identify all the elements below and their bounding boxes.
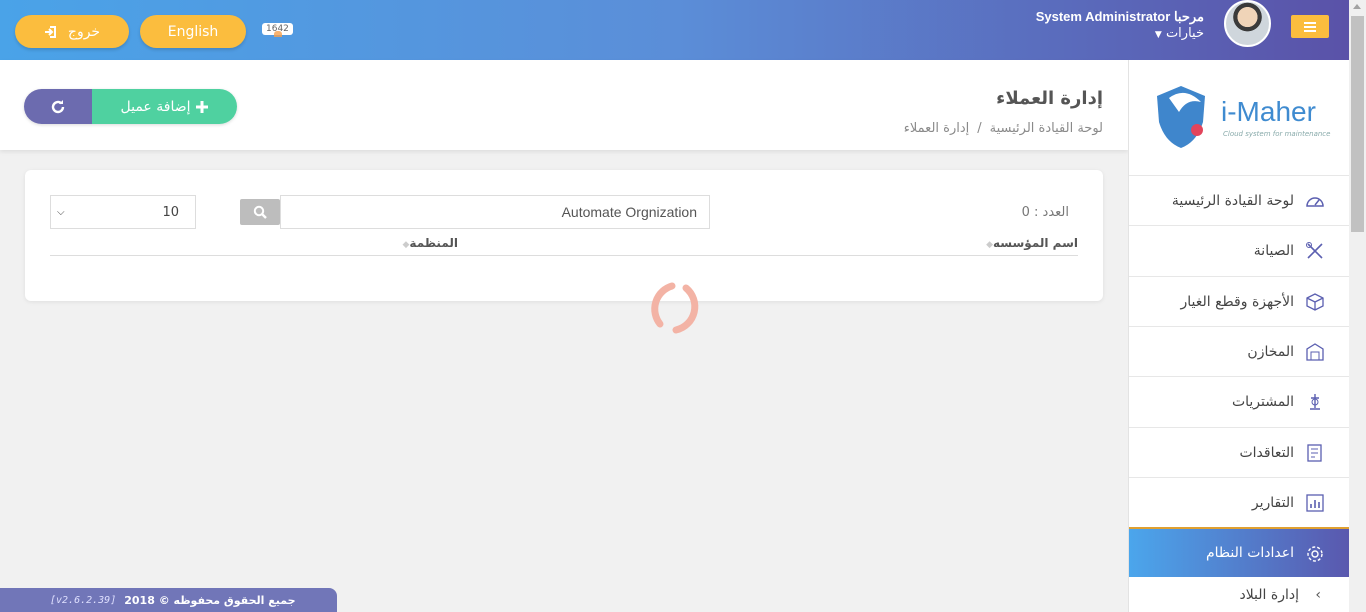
user-menu[interactable]: System Administrator مرحبا ▼ خيارات (1036, 9, 1204, 41)
logo-emblem-icon (1157, 86, 1205, 148)
scroll-up-icon[interactable] (1353, 4, 1361, 9)
warehouse-icon (1306, 343, 1324, 361)
add-client-button[interactable]: إضافة عميل (92, 89, 237, 124)
add-client-label: إضافة عميل (120, 98, 191, 115)
sidebar-subitem-countries[interactable]: إدارة البلاد ‹ (1129, 578, 1349, 612)
footer: [v2.6.2.39] جميع الحقوق محفوظه © 2018 (0, 588, 337, 612)
dashboard-gauge-icon (1306, 197, 1324, 207)
sidebar-item-system-settings[interactable]: اعدادات النظام (1129, 527, 1349, 577)
top-header: خروج English 1642 System Administrator م… (0, 0, 1349, 60)
logo-subtitle: Cloud system for maintenance (1223, 130, 1331, 138)
logo[interactable]: i-Maher Cloud system for maintenance (1151, 82, 1331, 154)
logout-label: خروج (67, 23, 101, 40)
logo-text: i-Maher (1221, 96, 1316, 127)
sidebar: i-Maher Cloud system for maintenance لوح… (1128, 60, 1349, 612)
sidebar-item-reports[interactable]: التقارير (1129, 477, 1349, 527)
column-header-organization[interactable]: ◆المنظمة (400, 236, 459, 250)
page-size-select[interactable]: ⌵ 10 (50, 195, 196, 229)
plus-icon (196, 100, 209, 113)
copyright-label: جميع الحقوق محفوظه © 2018 (124, 593, 296, 607)
refresh-icon (51, 99, 65, 113)
action-buttons: إضافة عميل (24, 89, 237, 124)
page-size-value: 10 (162, 204, 179, 220)
options-dropdown[interactable]: ▼ خيارات (1036, 26, 1204, 41)
table-divider (50, 255, 1078, 256)
contracts-icon (1307, 444, 1322, 462)
scroll-thumb[interactable] (1351, 16, 1364, 232)
options-label: خيارات (1165, 26, 1204, 41)
search-icon (253, 205, 267, 219)
refresh-button[interactable] (24, 89, 92, 124)
breadcrumb-separator: / (977, 121, 982, 136)
page-title: إدارة العملاء (996, 88, 1103, 109)
version-label: [v2.6.2.39] (50, 594, 117, 606)
notification-bell[interactable]: 1642 (262, 16, 293, 37)
sort-icon: ◆ (986, 240, 994, 250)
purchases-icon (1310, 394, 1320, 410)
loading-spinner-icon (651, 282, 699, 334)
breadcrumb: لوحة القيادة الرئيسية / إدارة العملاء (904, 121, 1103, 136)
column-header-institution[interactable]: ◆اسم المؤسسه (983, 236, 1078, 250)
page-header: إدارة العملاء لوحة القيادة الرئيسية / إدار… (0, 60, 1128, 150)
record-count: العدد : 0 (1021, 205, 1069, 220)
search-input[interactable]: Automate Orgnization (280, 195, 710, 229)
avatar[interactable] (1224, 0, 1271, 47)
search-button[interactable] (240, 199, 280, 225)
chevron-left-icon: ‹ (1315, 587, 1321, 603)
sidebar-item-purchases[interactable]: المشتريات (1129, 376, 1349, 426)
sidebar-item-devices[interactable]: الأجهزة وقطع الغيار (1129, 276, 1349, 326)
bell-icon (274, 31, 282, 37)
scrollbar[interactable] (1349, 0, 1366, 612)
sidebar-item-contracts[interactable]: التعاقدات (1129, 427, 1349, 477)
box-icon (1306, 293, 1324, 311)
gear-icon (1307, 546, 1323, 562)
tools-icon (1306, 242, 1323, 259)
clients-table-card: العدد : 0 Automate Orgnization ⌵ 10 ◆اسم… (25, 170, 1103, 301)
sign-out-icon (44, 25, 56, 38)
reports-icon (1306, 494, 1324, 512)
logout-button[interactable]: خروج (15, 15, 129, 48)
sidebar-item-maintenance[interactable]: الصيانة (1129, 225, 1349, 275)
sidebar-item-warehouses[interactable]: المخازن (1129, 326, 1349, 376)
welcome-text: System Administrator مرحبا (1035, 9, 1204, 24)
language-button[interactable]: English (140, 15, 246, 48)
breadcrumb-current: إدارة العملاء (903, 121, 970, 136)
breadcrumb-home[interactable]: لوحة القيادة الرئيسية (990, 121, 1103, 136)
chevron-down-icon: ⌵ (57, 206, 65, 218)
hamburger-menu-icon[interactable] (1291, 15, 1329, 38)
sidebar-item-dashboard[interactable]: لوحة القيادة الرئيسية (1129, 175, 1349, 225)
